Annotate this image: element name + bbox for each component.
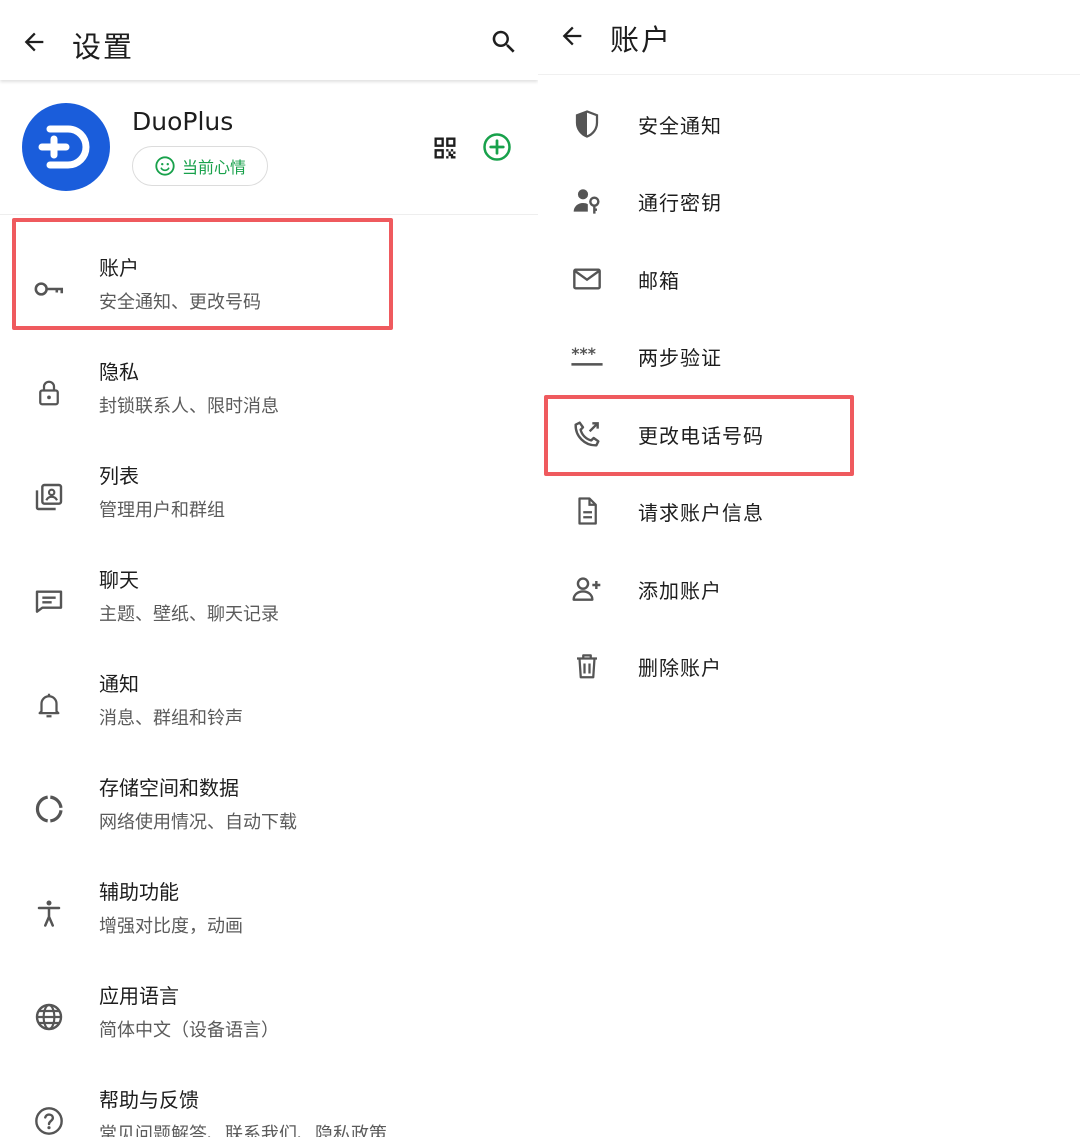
item-title: 存储空间和数据 [99,776,239,800]
item-subtitle: 管理用户和群组 [99,500,225,521]
account-item-passkeys[interactable]: 通行密钥 [538,171,1080,231]
item-title: 账户 [99,256,139,280]
item-subtitle: 消息、群组和铃声 [99,708,243,729]
globe-icon [30,998,68,1036]
settings-item-lists[interactable]: 列表 管理用户和群组 [0,446,538,550]
storage-icon [30,790,68,828]
trash-icon [568,647,606,685]
settings-item-help[interactable]: 帮助与反馈 常见问题解答、联系我们、隐私政策 [0,1070,538,1137]
arrow-left-icon [20,28,48,56]
settings-item-account[interactable]: 账户 安全通知、更改号码 [0,238,538,342]
account-item-request-info[interactable]: 请求账户信息 [538,481,1080,541]
lock-icon [30,374,68,412]
password-dots-icon: *** [568,337,606,375]
item-title: 邮箱 [638,269,680,293]
account-item-email[interactable]: 邮箱 [538,249,1080,309]
add-person-icon [568,570,606,608]
item-title: 应用语言 [99,984,179,1008]
shield-icon [568,105,606,143]
item-subtitle: 常见问题解答、联系我们、隐私政策 [99,1124,387,1137]
qr-code-icon [431,134,459,162]
item-subtitle: 封锁联系人、限时消息 [99,396,279,417]
item-subtitle: 安全通知、更改号码 [99,292,261,313]
back-button[interactable] [552,16,592,56]
account-item-add-account[interactable]: 添加账户 [538,559,1080,619]
item-subtitle: 网络使用情况、自动下载 [99,812,297,833]
settings-item-accessibility[interactable]: 辅助功能 增强对比度，动画 [0,862,538,966]
account-item-two-step[interactable]: *** 两步验证 [538,326,1080,386]
chat-icon [30,582,68,620]
item-title: 安全通知 [638,114,722,138]
item-title: 通行密钥 [638,191,722,215]
item-title: 添加账户 [638,579,722,603]
settings-item-storage[interactable]: 存储空间和数据 网络使用情况、自动下载 [0,758,538,862]
settings-item-notifications[interactable]: 通知 消息、群组和铃声 [0,654,538,758]
profile-name[interactable]: DuoPlus [132,107,233,136]
settings-item-chats[interactable]: 聊天 主题、壁纸、聊天记录 [0,550,538,654]
document-icon [568,492,606,530]
divider [538,74,1080,75]
svg-text:***: *** [571,345,595,363]
item-subtitle: 增强对比度，动画 [99,916,243,937]
account-item-security-notifications[interactable]: 安全通知 [538,94,1080,154]
item-title: 列表 [99,464,139,488]
accessibility-icon [30,894,68,932]
back-button[interactable] [14,22,54,62]
key-icon [30,270,68,308]
item-title: 请求账户信息 [638,501,764,525]
qr-code-button[interactable] [428,131,462,165]
plus-circle-icon [482,132,512,162]
smile-icon [154,155,176,177]
divider [0,214,538,215]
phone-change-icon [568,415,606,453]
avatar[interactable] [22,103,110,191]
search-button[interactable] [484,22,524,62]
mood-label: 当前心情 [181,158,246,177]
item-title: 聊天 [99,568,139,592]
mail-icon [568,260,606,298]
settings-item-privacy[interactable]: 隐私 封锁联系人、限时消息 [0,342,538,446]
item-subtitle: 主题、壁纸、聊天记录 [99,604,279,625]
item-subtitle: 简体中文（设备语言） [99,1020,279,1041]
page-title: 账户 [610,23,673,57]
item-title: 更改电话号码 [638,424,764,448]
search-icon [489,27,519,57]
help-icon [30,1102,68,1137]
settings-item-language[interactable]: 应用语言 简体中文（设备语言） [0,966,538,1070]
lists-icon [30,478,68,516]
item-title: 帮助与反馈 [99,1088,199,1112]
duoplus-logo-icon [38,125,90,169]
account-item-delete-account[interactable]: 删除账户 [538,636,1080,696]
passkey-icon [568,182,606,220]
settings-header: 设置 [0,0,538,80]
page-title: 设置 [72,30,135,64]
item-title: 辅助功能 [99,880,179,904]
item-title: 隐私 [99,360,139,384]
item-title: 删除账户 [638,656,722,680]
add-button[interactable] [480,130,514,164]
bell-icon [30,686,68,724]
arrow-left-icon [558,22,586,50]
mood-button[interactable]: 当前心情 [132,146,268,186]
item-title: 通知 [99,672,139,696]
account-header: 账户 [538,0,1080,74]
item-title: 两步验证 [638,346,722,370]
settings-screen: 设置 DuoPlus 当前心情 账户 安全通知、更改号码 隐私 封锁联系人、限时… [0,0,538,1137]
account-screen: 账户 安全通知 通行密钥 邮箱 *** 两步验证 更改电话号码 请求账户信息 添… [538,0,1080,1137]
account-item-change-number[interactable]: 更改电话号码 [538,404,1080,464]
